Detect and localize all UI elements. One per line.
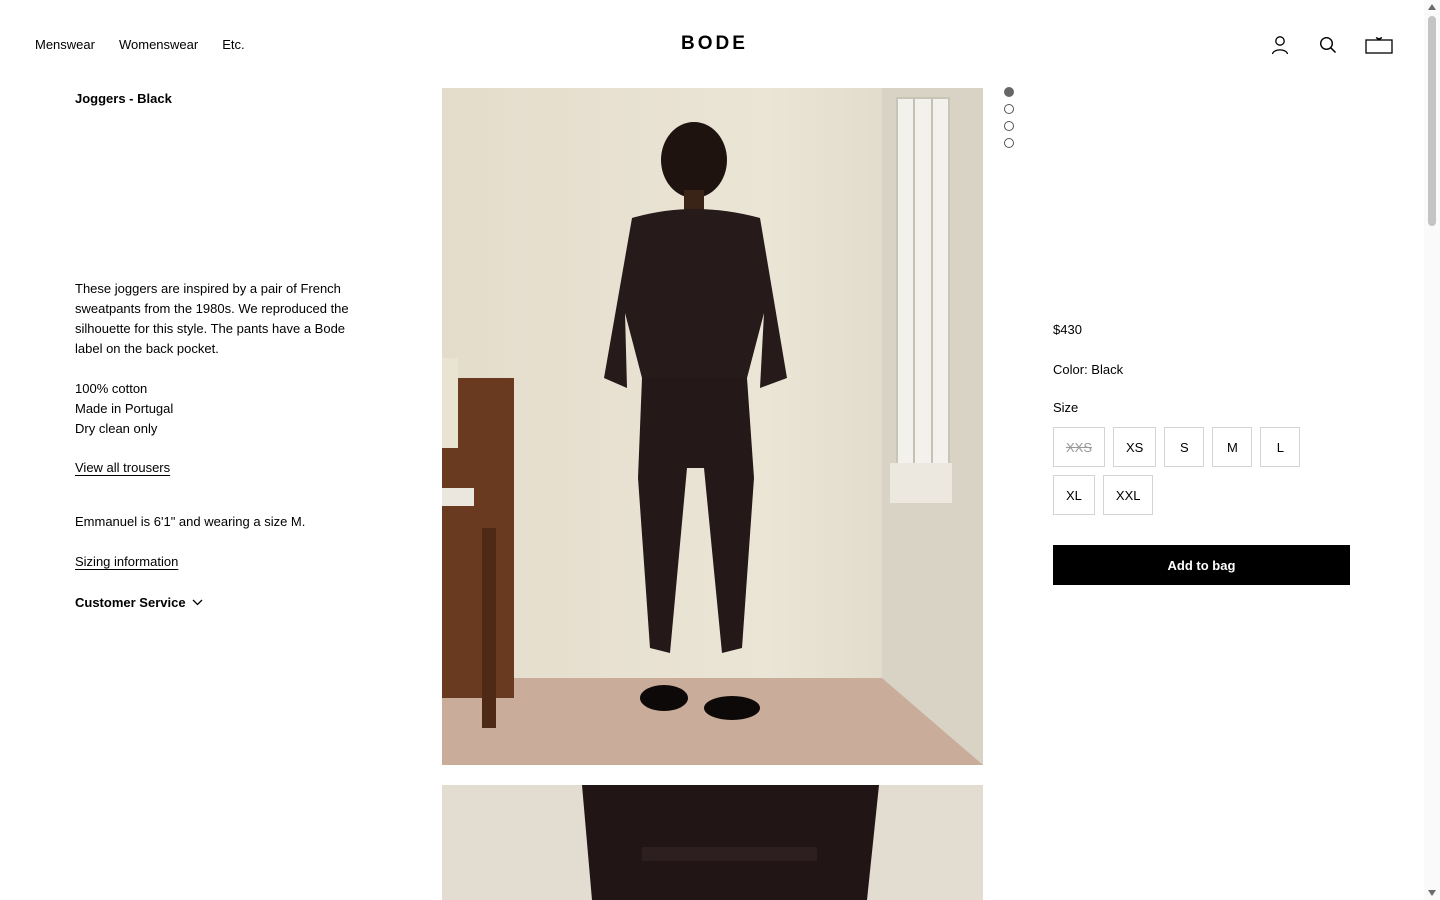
site-header: Menswear Womenswear Etc. BODE (0, 0, 1424, 88)
size-option-m[interactable]: M (1212, 427, 1253, 467)
size-option-xs[interactable]: XS (1113, 427, 1157, 467)
size-option-s[interactable]: S (1164, 427, 1205, 467)
product-info: Joggers - Black These joggers are inspir… (75, 91, 375, 610)
scrollbar-thumb[interactable] (1428, 16, 1436, 226)
size-option-xxl[interactable]: XXL (1102, 475, 1154, 515)
fit-note: Emmanuel is 6'1" and wearing a size M. (75, 514, 306, 529)
detail-material: 100% cotton (75, 381, 148, 396)
gallery-dot-4[interactable] (1004, 138, 1014, 148)
nav-menswear[interactable]: Menswear (35, 37, 95, 52)
chevron-down-icon (192, 599, 203, 606)
search-icon[interactable] (1316, 32, 1340, 58)
scroll-down-icon[interactable] (1428, 890, 1436, 896)
page-scrollbar[interactable] (1424, 0, 1440, 900)
nav-etc[interactable]: Etc. (222, 37, 244, 52)
size-option-xxs[interactable]: XXS (1053, 427, 1106, 467)
customer-service-toggle[interactable]: Customer Service (75, 595, 203, 610)
product-details: 100% cotton Made in Portugal Dry clean o… (75, 379, 173, 439)
gallery-dot-3[interactable] (1004, 121, 1014, 131)
customer-service-label: Customer Service (75, 595, 186, 610)
view-all-trousers-link[interactable]: View all trousers (75, 460, 170, 475)
gallery-pagination (1004, 87, 1014, 148)
selected-color: Color: Black (1053, 362, 1124, 377)
sizing-information-link[interactable]: Sizing information (75, 554, 178, 569)
scroll-up-icon[interactable] (1428, 4, 1436, 10)
gallery-dot-1[interactable] (1004, 87, 1014, 97)
header-icons (1268, 32, 1394, 58)
product-title: Joggers - Black (75, 91, 172, 106)
product-description: These joggers are inspired by a pair of … (75, 281, 349, 356)
size-options: XXS XS S M L XL XXL (1053, 427, 1350, 515)
detail-care: Dry clean only (75, 421, 158, 436)
bag-icon[interactable] (1364, 32, 1394, 58)
main-nav: Menswear Womenswear Etc. (35, 37, 245, 52)
account-icon[interactable] (1268, 32, 1292, 58)
site-logo[interactable]: BODE (681, 33, 748, 55)
product-price: $430 (1053, 322, 1082, 337)
purchase-panel: $430 Color: Black Size XXS XS S M L XL X… (1053, 322, 1350, 585)
product-image-main[interactable] (442, 88, 983, 765)
gallery-dot-2[interactable] (1004, 104, 1014, 114)
detail-origin: Made in Portugal (75, 401, 174, 416)
add-to-bag-button[interactable]: Add to bag (1053, 545, 1350, 585)
product-image-secondary[interactable] (442, 785, 983, 900)
size-option-l[interactable]: L (1260, 427, 1301, 467)
size-option-xl[interactable]: XL (1053, 475, 1095, 515)
size-label: Size (1053, 400, 1079, 415)
nav-womenswear[interactable]: Womenswear (119, 37, 198, 52)
